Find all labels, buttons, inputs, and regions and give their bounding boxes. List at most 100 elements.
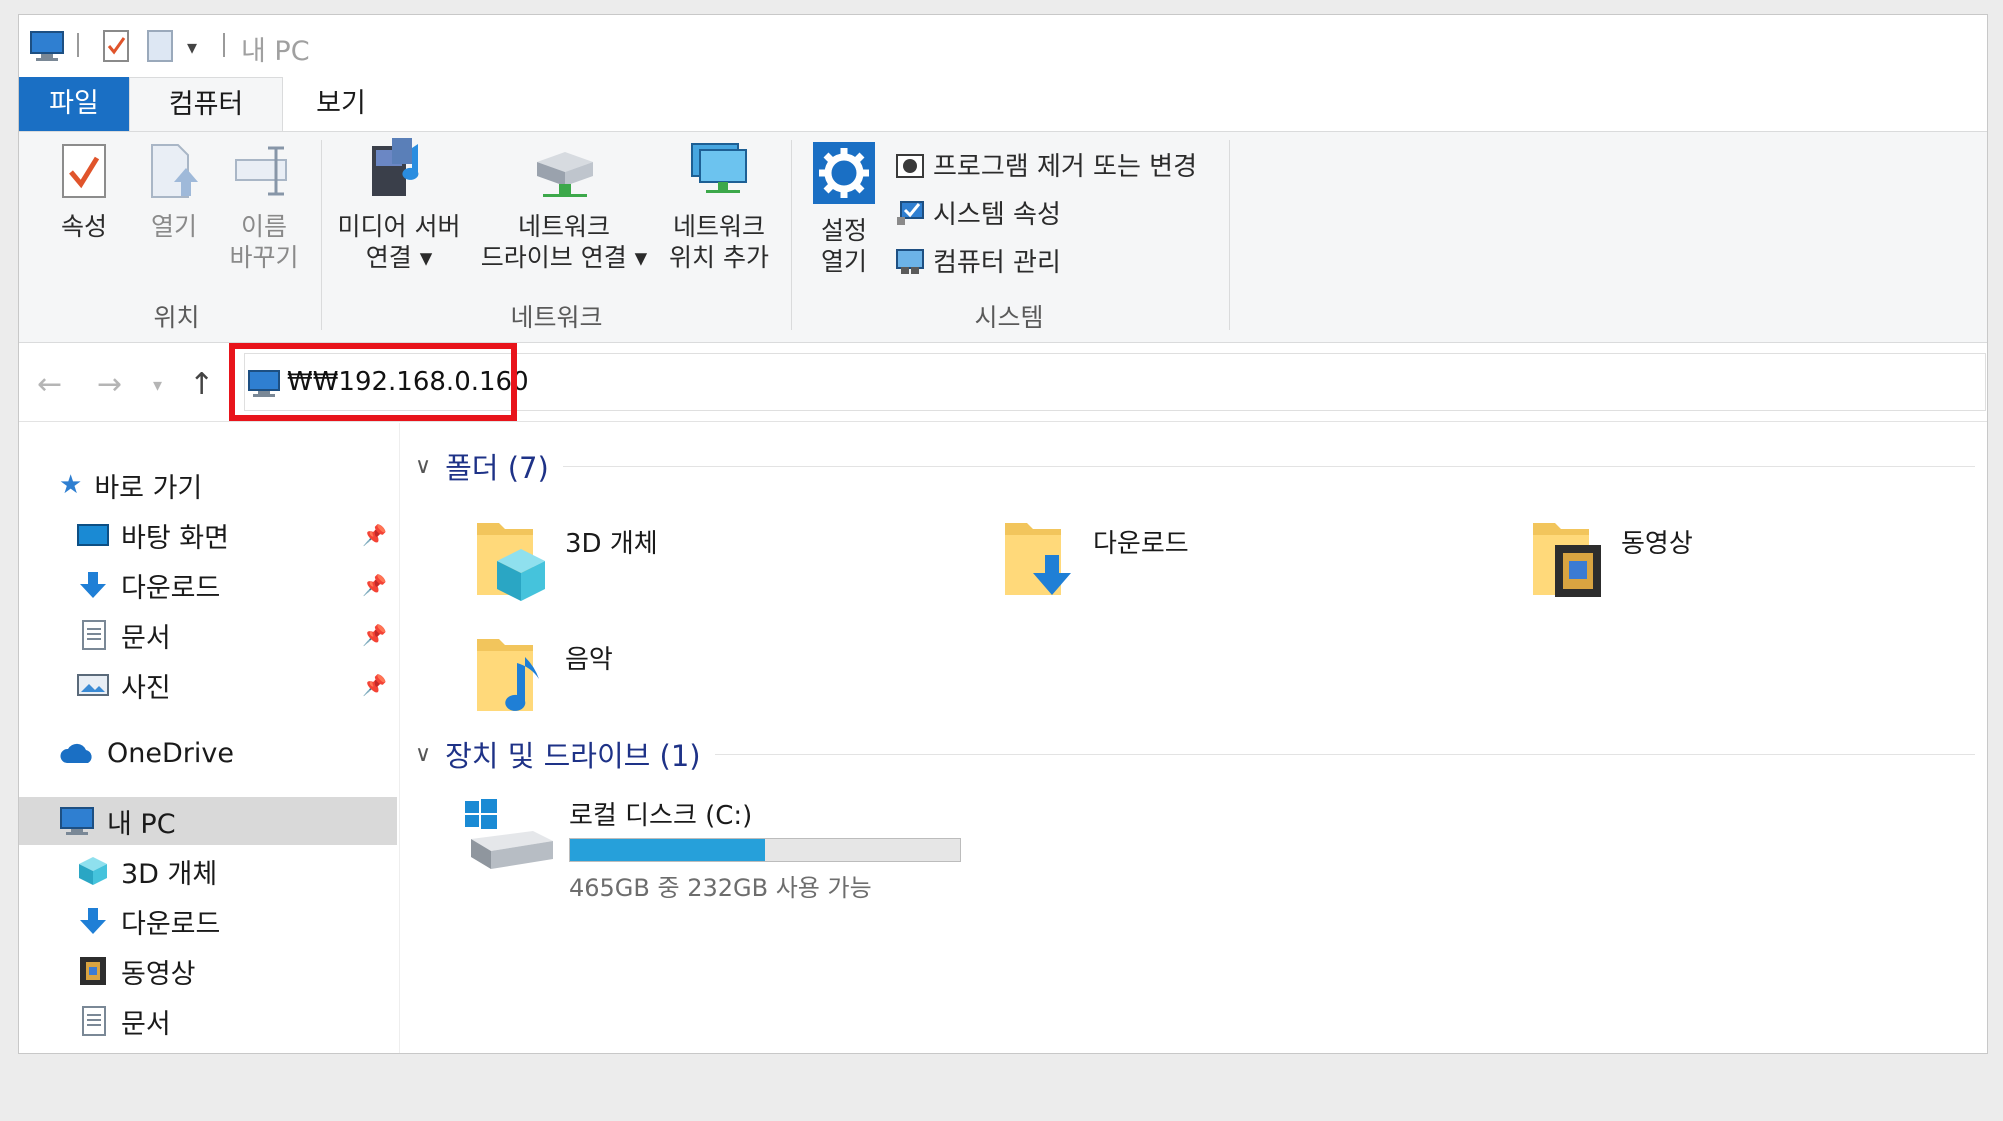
ribbon-separator — [1229, 140, 1230, 330]
desktop-icon — [77, 1052, 109, 1054]
sidebar-item-pictures[interactable]: 사진 📌 — [77, 661, 399, 709]
system-properties-icon — [897, 200, 924, 225]
sidebar-item-documents-pc[interactable]: 문서 — [77, 997, 171, 1045]
folder-downloads[interactable]: 다운로드 — [1001, 515, 1189, 605]
ribbon: 속성 열기 이름 바꾸기 위치 미디어 서버 연결 ▾ 네트워크 드라이브 연결… — [19, 131, 1987, 343]
ribbon-separator — [321, 140, 322, 330]
address-highlight-box — [229, 343, 517, 421]
document-icon — [82, 620, 106, 650]
properties-icon[interactable] — [101, 29, 131, 63]
sidebar-item-downloads[interactable]: 다운로드 📌 — [77, 561, 399, 609]
computer-management-icon — [896, 248, 924, 274]
sidebar-item-videos[interactable]: 동영상 — [77, 947, 196, 995]
customize-toolbar-icon[interactable]: ▾ — [187, 35, 197, 59]
sidebar-label: 문서 — [121, 1008, 171, 1040]
drive-local-c[interactable]: 로컬 디스크 (C:) 465GB 중 232GB 사용 가능 — [463, 795, 961, 903]
folder-videos[interactable]: 동영상 — [1529, 515, 1693, 605]
network-location-icon — [691, 143, 747, 193]
tab-computer[interactable]: 컴퓨터 — [129, 77, 283, 133]
pictures-icon — [77, 674, 109, 696]
sidebar-item-onedrive[interactable]: OneDrive — [59, 729, 234, 777]
add-network-location-button[interactable]: 네트워크 위치 추가 — [654, 136, 784, 273]
open-settings-button[interactable]: 설정 열기 — [799, 142, 889, 277]
window-title: 내 PC — [241, 36, 310, 67]
download-arrow-icon — [80, 908, 106, 934]
windows-drive-icon — [465, 799, 553, 869]
computer-icon — [30, 31, 64, 61]
media-server-button[interactable]: 미디어 서버 연결 ▾ — [329, 136, 469, 273]
computer-management-button[interactable]: 컴퓨터 관리 — [895, 242, 1061, 279]
map-network-drive-button[interactable]: 네트워크 드라이브 연결 ▾ — [474, 136, 654, 273]
open-icon — [151, 144, 198, 198]
videos-folder-icon — [1533, 523, 1601, 597]
section-title: 폴더 (7) — [445, 451, 549, 485]
up-arrow-icon[interactable]: ↑ — [189, 367, 214, 402]
sidebar-label: 문서 — [121, 622, 171, 654]
properties-check-icon — [62, 144, 106, 198]
ribbon-separator — [791, 140, 792, 330]
pin-icon[interactable]: 📌 — [362, 523, 387, 547]
tab-file[interactable]: 파일 — [19, 77, 129, 131]
new-folder-icon[interactable] — [145, 29, 175, 63]
chevron-down-icon: ∨ — [415, 453, 432, 479]
sidebar-item-documents[interactable]: 문서 📌 — [77, 611, 399, 659]
settings-label-1: 설정 — [820, 216, 867, 245]
drive-details: 로컬 디스크 (C:) 465GB 중 232GB 사용 가능 — [569, 795, 961, 903]
music-folder-icon — [477, 639, 539, 711]
settings-label-2: 열기 — [820, 247, 867, 276]
recent-locations-chevron-icon[interactable]: ▾ — [153, 375, 162, 396]
folder-3d-objects[interactable]: 3D 개체 — [473, 515, 658, 605]
system-properties-button[interactable]: 시스템 속성 — [895, 194, 1061, 231]
folder-label: 3D 개체 — [565, 529, 658, 559]
forward-arrow-icon[interactable]: → — [97, 367, 122, 402]
system-properties-label: 시스템 속성 — [933, 200, 1061, 230]
pin-icon[interactable]: 📌 — [362, 573, 387, 597]
media-server-label-2: 연결 ▾ — [365, 243, 433, 272]
document-icon — [82, 1006, 106, 1036]
back-arrow-icon[interactable]: ← — [37, 367, 62, 402]
sidebar-label: OneDrive — [107, 737, 234, 769]
rename-label-1: 이름 — [240, 212, 287, 241]
media-server-label-1: 미디어 서버 — [337, 212, 461, 241]
section-divider — [714, 753, 1975, 755]
folder-music[interactable]: 음악 — [473, 631, 613, 721]
open-button[interactable]: 열기 — [129, 142, 219, 242]
folder-label: 음악 — [565, 645, 613, 675]
folder-label: 다운로드 — [1093, 529, 1189, 559]
properties-button[interactable]: 속성 — [39, 142, 129, 242]
folders-group-header[interactable]: ∨ 폴더 (7) — [415, 445, 1975, 487]
properties-label: 속성 — [60, 212, 107, 241]
sidebar-item-desktop-pc[interactable]: 바탕 화면 — [77, 1041, 229, 1054]
sidebar-item-3d-objects[interactable]: 3D 개체 — [77, 847, 217, 895]
star-icon: ★ — [59, 470, 83, 500]
drive-free-space: 465GB 중 232GB 사용 가능 — [569, 874, 872, 902]
map-drive-label-2: 드라이브 연결 ▾ — [480, 243, 648, 272]
sidebar-label: 바탕 화면 — [121, 522, 229, 554]
content-pane: ∨ 폴더 (7) 3D 개체 다운로드 동영상 음악 ∨ 장치 및 드라이브 (… — [401, 423, 1987, 1053]
uninstall-icon — [896, 153, 924, 178]
3d-objects-folder-icon — [477, 523, 545, 601]
pin-icon[interactable]: 📌 — [362, 623, 387, 647]
rename-label-2: 바꾸기 — [229, 243, 299, 272]
computer-icon — [60, 807, 94, 835]
downloads-folder-icon — [1005, 523, 1071, 595]
computer-management-label: 컴퓨터 관리 — [933, 248, 1061, 278]
drives-group-header[interactable]: ∨ 장치 및 드라이브 (1) — [415, 733, 1975, 775]
rename-button[interactable]: 이름 바꾸기 — [214, 142, 314, 273]
sidebar-item-downloads-pc[interactable]: 다운로드 — [77, 897, 220, 945]
uninstall-program-button[interactable]: 프로그램 제거 또는 변경 — [895, 146, 1197, 183]
sidebar-label: 3D 개체 — [121, 858, 218, 890]
add-location-label-1: 네트워크 — [672, 212, 765, 241]
drive-usage-fill — [570, 839, 765, 861]
pin-icon[interactable]: 📌 — [362, 673, 387, 697]
sidebar-item-quick-access[interactable]: ★ 바로 가기 — [59, 461, 202, 509]
navigation-bar: ← → ▾ ↑ ₩₩192.168.0.160 — [19, 343, 1987, 422]
drive-name: 로컬 디스크 (C:) — [569, 801, 753, 831]
sidebar-item-desktop[interactable]: 바탕 화면 📌 — [77, 511, 399, 559]
group-label-network: 네트워크 — [510, 303, 603, 332]
title-bar: ▾ 내 PC — [19, 15, 1987, 77]
sidebar-item-this-pc[interactable]: 내 PC — [19, 797, 397, 845]
tab-view[interactable]: 보기 — [281, 77, 401, 131]
map-drive-label-1: 네트워크 — [517, 212, 610, 241]
explorer-window: ▾ 내 PC 파일 컴퓨터 보기 속성 열기 이름 바꾸기 위치 미디어 서버 … — [18, 14, 1988, 1054]
